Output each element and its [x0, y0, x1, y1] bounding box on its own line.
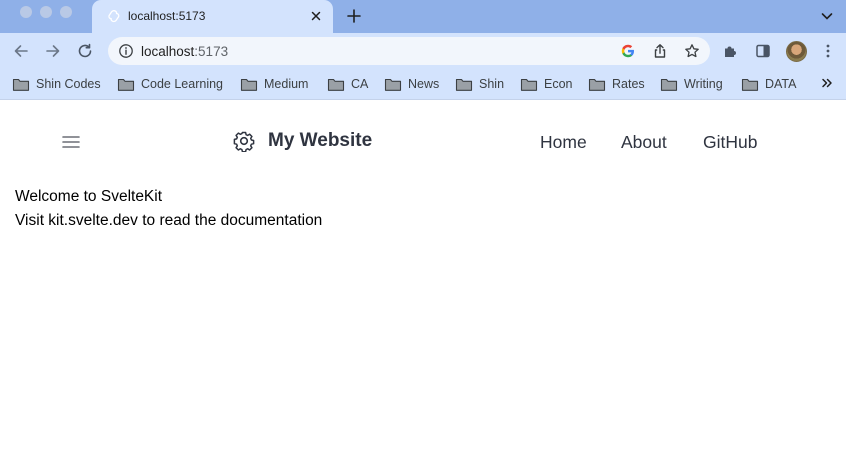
folder-icon: [741, 78, 759, 91]
window-minimize-dot[interactable]: [40, 6, 52, 18]
browser-tab[interactable]: localhost:5173: [92, 0, 333, 33]
puzzle-icon[interactable]: [722, 42, 740, 60]
bookmark-label: DATA: [765, 77, 797, 91]
bookmark-label: Shin Codes: [36, 77, 101, 91]
folder-icon: [660, 78, 678, 91]
bookmarks-bar: Shin Codes Code Learning Medium CA News …: [0, 69, 846, 100]
bookmark-folder-econ[interactable]: Econ: [520, 75, 573, 93]
folder-icon: [455, 78, 473, 91]
folder-icon: [240, 78, 258, 91]
kebab-icon[interactable]: [819, 42, 837, 60]
info-icon[interactable]: [118, 43, 134, 59]
bookmark-label: CA: [351, 77, 369, 91]
window-zoom-dot[interactable]: [60, 6, 72, 18]
bookmark-label: Rates: [612, 77, 645, 91]
tab-title: localhost:5173: [128, 9, 206, 23]
bookmark-folder-shin-codes[interactable]: Shin Codes: [12, 75, 101, 93]
folder-icon: [12, 78, 30, 91]
svelte-favicon-icon: [108, 10, 120, 23]
bookmark-label: Shin: [479, 77, 505, 91]
google-icon[interactable]: [620, 43, 636, 59]
docs-paragraph: Visit kit.svelte.dev to read the documen…: [15, 212, 323, 229]
reload-icon[interactable]: [76, 42, 94, 60]
page-viewport: My Website Home About GitHub Welcome to …: [0, 101, 846, 470]
bookmark-folder-writing[interactable]: Writing: [660, 75, 723, 93]
folder-icon: [520, 78, 538, 91]
gear-icon: [233, 131, 255, 152]
tab-strip: localhost:5173: [0, 0, 846, 33]
star-icon[interactable]: [684, 43, 700, 59]
bookmark-folder-ca[interactable]: CA: [327, 75, 368, 93]
plus-icon[interactable]: [345, 7, 363, 25]
nav-github[interactable]: GitHub: [703, 132, 757, 153]
bookmark-folder-code-learning[interactable]: Code Learning: [117, 75, 223, 93]
forward-arrow-icon[interactable]: [44, 42, 62, 60]
folder-icon: [327, 78, 345, 91]
share-icon[interactable]: [652, 43, 668, 59]
address-port: :5173: [194, 44, 229, 59]
welcome-heading: Welcome to SvelteKit: [15, 188, 163, 205]
site-brand[interactable]: My Website: [233, 130, 372, 152]
nav-about[interactable]: About: [621, 132, 667, 153]
hamburger-icon[interactable]: [61, 134, 81, 150]
bookmark-folder-shin[interactable]: Shin: [455, 75, 504, 93]
bookmark-label: Econ: [544, 77, 573, 91]
site-title: My Website: [268, 130, 373, 151]
bookmark-folder-rates[interactable]: Rates: [588, 75, 645, 93]
bookmark-label: Writing: [684, 77, 723, 91]
browser-toolbar: localhost:5173: [0, 33, 846, 69]
sidebar-icon[interactable]: [754, 42, 772, 60]
double-chevron-icon[interactable]: [820, 76, 834, 90]
bookmark-label: Medium: [264, 77, 309, 91]
address-text[interactable]: localhost:5173: [141, 44, 228, 59]
close-icon[interactable]: [308, 8, 324, 24]
bookmark-label: News: [408, 77, 440, 91]
profile-avatar[interactable]: [786, 41, 807, 62]
folder-icon: [384, 78, 402, 91]
main-content: Welcome to SvelteKit Visit kit.svelte.de…: [15, 185, 322, 233]
bookmark-label: Code Learning: [141, 77, 224, 91]
bookmark-folder-medium[interactable]: Medium: [240, 75, 308, 93]
chevron-down-icon[interactable]: [820, 9, 834, 23]
folder-icon: [117, 78, 135, 91]
folder-icon: [588, 78, 606, 91]
bookmark-folder-data[interactable]: DATA: [741, 75, 796, 93]
back-arrow-icon[interactable]: [12, 42, 30, 60]
bookmark-folder-news[interactable]: News: [384, 75, 439, 93]
nav-home[interactable]: Home: [540, 132, 587, 153]
window-close-dot[interactable]: [20, 6, 32, 18]
address-bar[interactable]: localhost:5173: [108, 37, 710, 65]
address-host: localhost: [141, 44, 195, 59]
